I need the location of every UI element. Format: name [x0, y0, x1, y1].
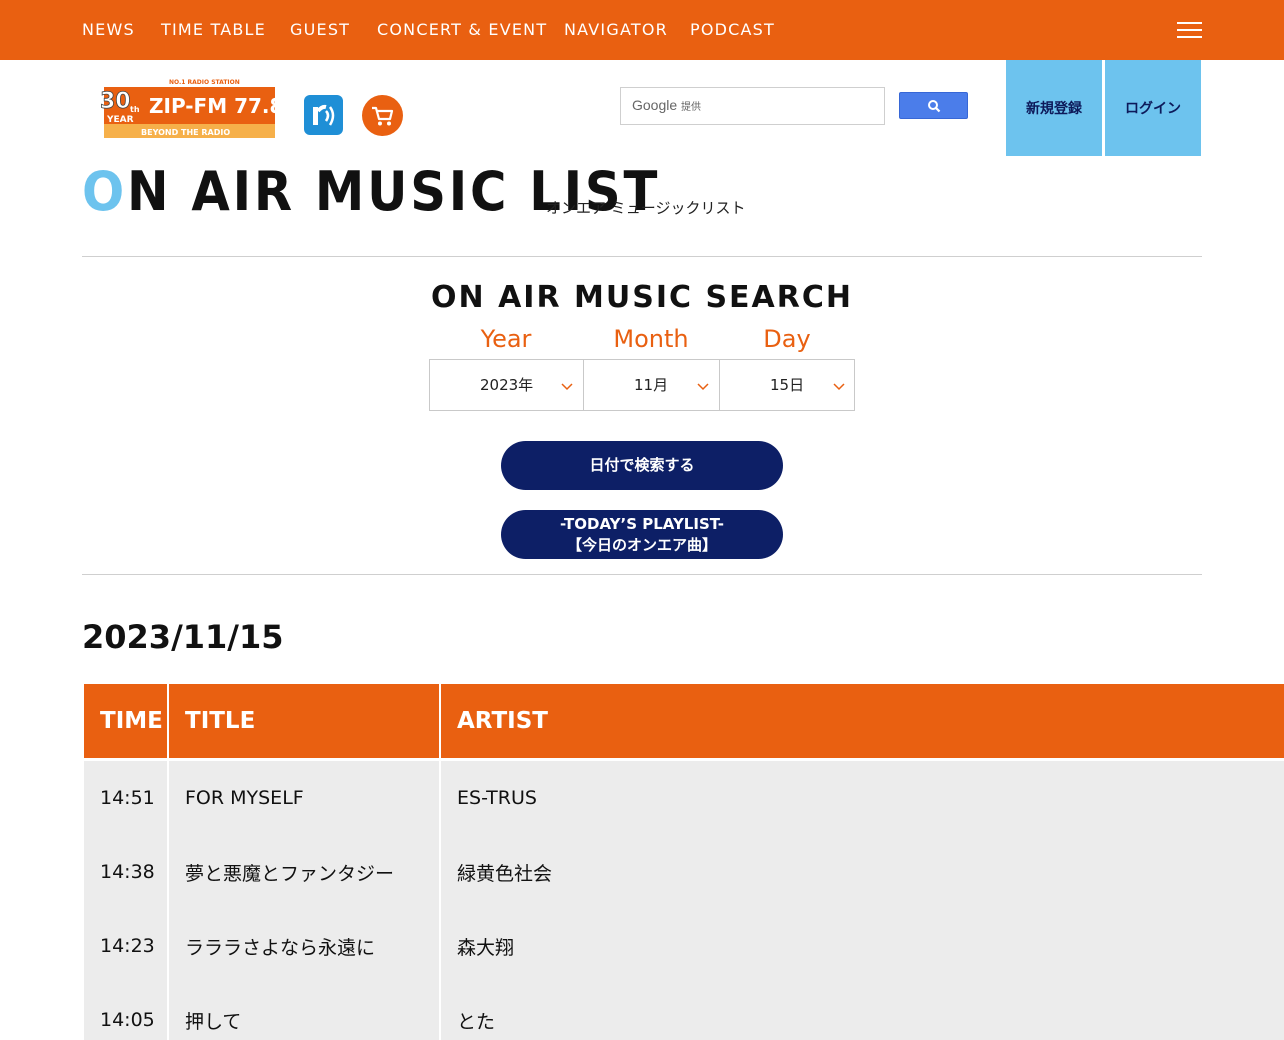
logo-anniv-word: YEAR [106, 115, 134, 125]
site-search-button[interactable] [899, 92, 968, 119]
table-row: 14:05 押して とた [82, 983, 1284, 1040]
year-select[interactable]: 2023年 [429, 359, 584, 411]
month-select[interactable]: 11月 [583, 359, 720, 411]
radiko-icon[interactable] [304, 95, 343, 135]
year-label: Year [480, 325, 532, 353]
zip-fm-logo[interactable]: NO.1 RADIO STATION 30 th YEAR ZIP-FM 77.… [100, 78, 283, 140]
login-button[interactable]: ログイン [1105, 60, 1201, 156]
logo-anniv-suffix: th [130, 105, 140, 114]
google-brand-label: Google 提供 [632, 97, 702, 113]
column-header-time: TIME [84, 684, 167, 758]
nav-concert-event[interactable]: CONCERT & EVENT [377, 0, 547, 60]
row-artist: とた [441, 983, 1284, 1040]
logo-tagline: BEYOND THE RADIO [141, 128, 230, 137]
row-artist: 森大翔 [441, 909, 1284, 983]
row-time: 14:05 [84, 983, 167, 1040]
todays-playlist-button[interactable]: -TODAY’S PLAYLIST- 【今日のオンエア曲】 [501, 510, 783, 559]
nav-navigator[interactable]: NAVIGATOR [564, 0, 668, 60]
row-title: 夢と悪魔とファンタジー [169, 835, 439, 909]
row-artist: 緑黄色社会 [441, 835, 1284, 909]
table-row: 14:38 夢と悪魔とファンタジー 緑黄色社会 [82, 835, 1284, 909]
month-label: Month [613, 325, 689, 353]
page-title: ON AIR MUSIC LIST [82, 160, 661, 223]
row-time: 14:51 [84, 761, 167, 835]
row-title: FOR MYSELF [169, 761, 439, 835]
day-select-value: 15日 [770, 376, 805, 394]
results-date: 2023/11/15 [82, 618, 284, 656]
nav-guest[interactable]: GUEST [290, 0, 350, 60]
nav-news[interactable]: NEWS [82, 0, 135, 60]
logo-top-text: NO.1 RADIO STATION [169, 79, 240, 86]
divider [82, 256, 1202, 257]
year-select-value: 2023年 [480, 376, 534, 394]
row-artist: ES-TRUS [441, 761, 1284, 835]
nav-podcast[interactable]: PODCAST [690, 0, 775, 60]
column-header-title: TITLE [169, 684, 439, 758]
day-select[interactable]: 15日 [719, 359, 855, 411]
table-row: 14:51 FOR MYSELF ES-TRUS [82, 761, 1284, 835]
row-title: ラララさよなら永遠に [169, 909, 439, 983]
page-subtitle: オンエア ミュージックリスト [546, 199, 746, 217]
nav-time-table[interactable]: TIME TABLE [161, 0, 266, 60]
search-icon [928, 100, 941, 113]
site-search-input[interactable]: Google 提供 [620, 87, 885, 125]
logo-station-name: ZIP-FM 77.8 [149, 94, 276, 118]
table-header-row: TIME TITLE ARTIST [82, 684, 1284, 758]
chevron-down-icon [561, 383, 573, 391]
divider [82, 574, 1202, 575]
chevron-down-icon [833, 383, 845, 391]
hamburger-menu-icon[interactable] [1177, 22, 1202, 38]
month-select-value: 11月 [634, 376, 669, 394]
table-row: 14:23 ラララさよなら永遠に 森大翔 [82, 909, 1284, 983]
row-title: 押して [169, 983, 439, 1040]
row-time: 14:38 [84, 835, 167, 909]
row-time: 14:23 [84, 909, 167, 983]
chevron-down-icon [697, 383, 709, 391]
day-label: Day [763, 325, 811, 353]
register-button[interactable]: 新規登録 [1006, 60, 1102, 156]
logo-anniv-num: 30 [100, 89, 131, 114]
shopping-cart-icon[interactable] [362, 95, 403, 136]
search-by-date-button[interactable]: 日付で検索する [501, 441, 783, 490]
column-header-artist: ARTIST [441, 684, 1284, 758]
top-nav: NEWS TIME TABLE GUEST CONCERT & EVENT NA… [0, 0, 1284, 60]
search-heading: ON AIR MUSIC SEARCH [431, 280, 853, 315]
